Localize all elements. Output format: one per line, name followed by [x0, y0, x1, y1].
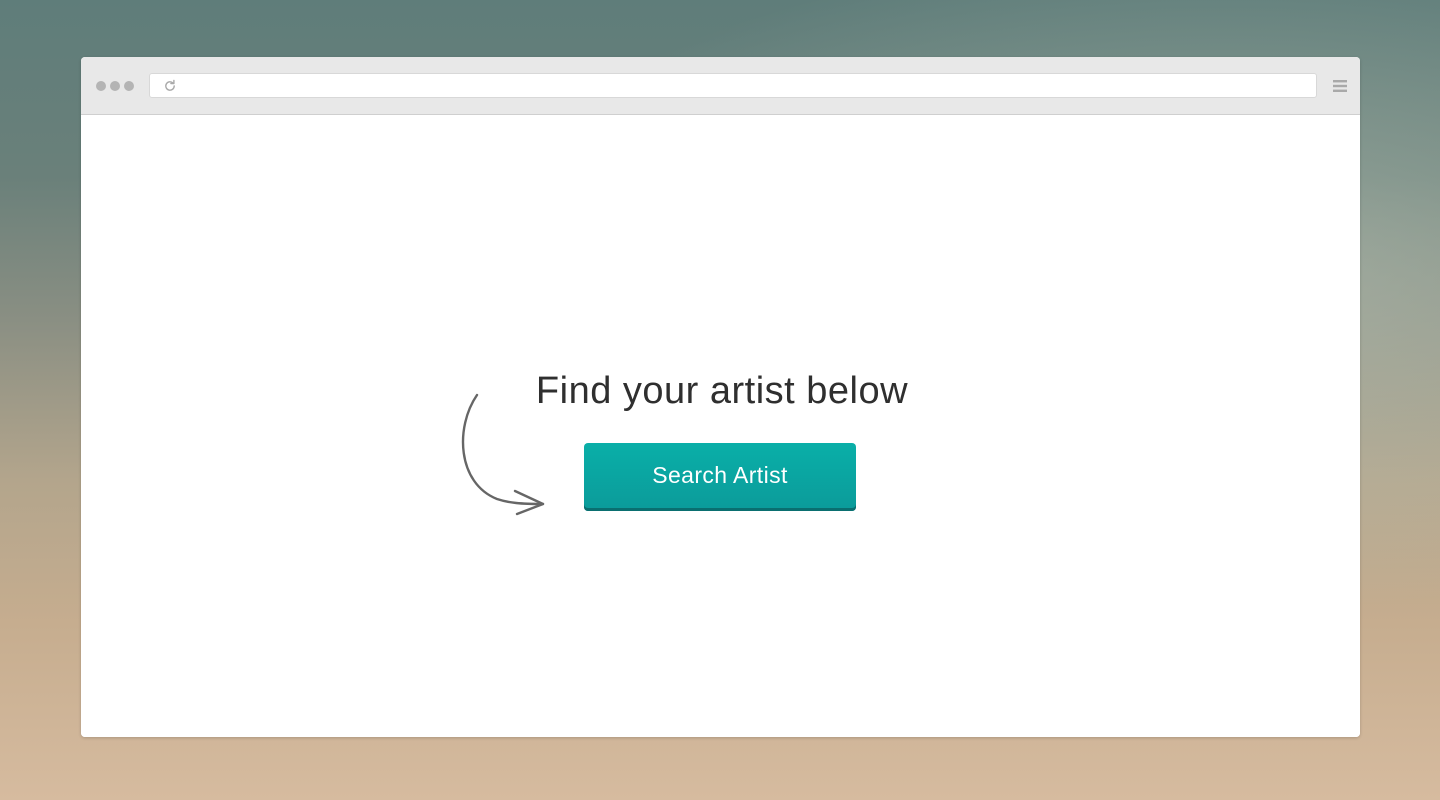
search-artist-button[interactable]: Search Artist [584, 443, 856, 511]
curved-arrow-icon [461, 393, 545, 516]
window-dot[interactable] [124, 81, 134, 91]
hamburger-menu-icon[interactable] [1333, 79, 1347, 93]
browser-toolbar [81, 57, 1360, 115]
page-content: Find your artist below Search Artist [81, 115, 1360, 737]
window-dot[interactable] [96, 81, 106, 91]
window-dots-icon[interactable] [96, 81, 134, 91]
browser-window: Find your artist below Search Artist [81, 57, 1360, 737]
window-dot[interactable] [110, 81, 120, 91]
page-headline: Find your artist below [535, 370, 909, 412]
address-bar[interactable] [149, 73, 1317, 98]
reload-icon[interactable] [163, 79, 177, 93]
